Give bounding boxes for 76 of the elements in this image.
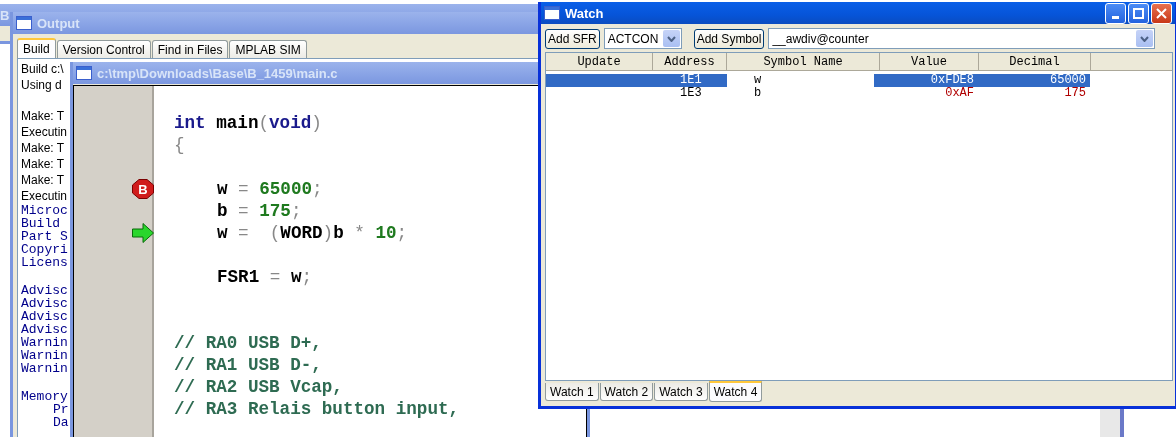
code-line: b = 175;	[217, 200, 302, 222]
tab[interactable]: Watch 2	[599, 383, 654, 401]
log-line: Licens	[21, 256, 68, 269]
log-line: Executin	[21, 188, 68, 204]
tab[interactable]: Build	[17, 38, 56, 58]
log-line: Advisc	[21, 323, 68, 336]
column-header[interactable]: Symbol Name	[727, 53, 880, 71]
log-line: Copyri	[21, 243, 68, 256]
column-header[interactable]: Update	[546, 53, 653, 71]
window-title: Output	[37, 15, 80, 31]
log-line: Using d	[21, 77, 62, 93]
maximize-button[interactable]	[1128, 2, 1149, 24]
caret-icon	[666, 35, 676, 42]
window-icon	[76, 66, 92, 80]
tab[interactable]: Find in Files	[151, 40, 229, 58]
table-cell-text: 65000	[1049, 74, 1087, 87]
tab[interactable]: Version Control	[56, 40, 151, 58]
log-line: Advisc	[21, 310, 68, 323]
table-cell-text: 1E1	[679, 74, 703, 87]
sfr-dropdown[interactable]: ACTCON	[603, 28, 682, 49]
log-line: Microc	[21, 204, 68, 217]
caret-icon	[1140, 35, 1149, 42]
log-line: Da	[52, 416, 69, 429]
log-line: Advisc	[21, 284, 68, 297]
code-line: // RA1 USB D-,	[174, 354, 322, 376]
table-cell-text: 1E3	[679, 87, 703, 100]
close-button[interactable]	[1151, 2, 1172, 24]
tab[interactable]: MPLAB SIM	[229, 40, 307, 58]
close-icon	[1156, 7, 1167, 19]
window-icon	[16, 16, 32, 30]
log-line: Part S	[21, 230, 68, 243]
add-sfr-button[interactable]: Add SFR	[545, 28, 600, 49]
column-header[interactable]: Address	[653, 53, 727, 71]
column-header[interactable]: Decimal	[979, 53, 1091, 71]
table-cell-text: 0xAF	[944, 87, 975, 100]
window-icon	[544, 6, 560, 20]
column-header[interactable]: Value	[880, 53, 979, 71]
log-line: Make: T	[21, 140, 65, 156]
log-line: Warnin	[21, 349, 68, 362]
log-line: Advisc	[21, 297, 68, 310]
tab[interactable]: Watch 3	[654, 383, 708, 401]
log-line: Pr	[53, 403, 69, 416]
window-title: B	[0, 7, 10, 23]
table-cell-text: 0xFDE8	[929, 74, 975, 87]
table-cell-text: b	[753, 87, 763, 100]
log-line: Warnin	[21, 336, 68, 349]
log-line: Build	[21, 217, 60, 230]
symbol-dropdown[interactable]: __awdiv@counter	[768, 28, 1155, 49]
code-line: // RA0 USB D+,	[174, 332, 322, 354]
code-line: int main(void)	[174, 112, 322, 134]
arrow-icon	[132, 223, 154, 243]
tab[interactable]: Watch 1	[545, 383, 599, 401]
log-line: Make: T	[21, 172, 65, 188]
code-line: // RA2 USB Vcap,	[174, 376, 343, 398]
code-line: // RA3 Relais button input,	[174, 398, 460, 420]
watch-row[interactable]: 1E1 w 0xFDE8 65000	[546, 74, 1090, 87]
code-line: FSR1 = w;	[217, 266, 313, 288]
code-line: {	[174, 134, 185, 156]
log-line: Executin	[21, 124, 68, 140]
log-line: Make: T	[21, 156, 65, 172]
log-line: Make: T	[21, 108, 65, 124]
tab[interactable]: Watch 4	[708, 381, 763, 402]
minimize-icon	[1112, 15, 1119, 19]
log-line: Memory	[21, 390, 68, 403]
window-title: c:\tmp\Downloads\Base\B_1459\main.c	[97, 65, 338, 81]
code-line: w = 65000;	[217, 178, 323, 200]
table-cell-text: 175	[1063, 87, 1087, 100]
maximize-icon	[1133, 7, 1144, 19]
table-cell: w	[727, 74, 874, 87]
code-line: w = (WORD)b * 10;	[217, 222, 408, 244]
watch-row[interactable]: 1E3 b 0xAF 175	[546, 87, 1090, 100]
window-title: Watch	[565, 5, 604, 21]
log-line: Warnin	[21, 362, 68, 375]
log-line: Build c:\	[21, 61, 64, 77]
add-symbol-button[interactable]: Add Symbol	[693, 28, 765, 49]
minimize-button[interactable]	[1105, 2, 1126, 24]
